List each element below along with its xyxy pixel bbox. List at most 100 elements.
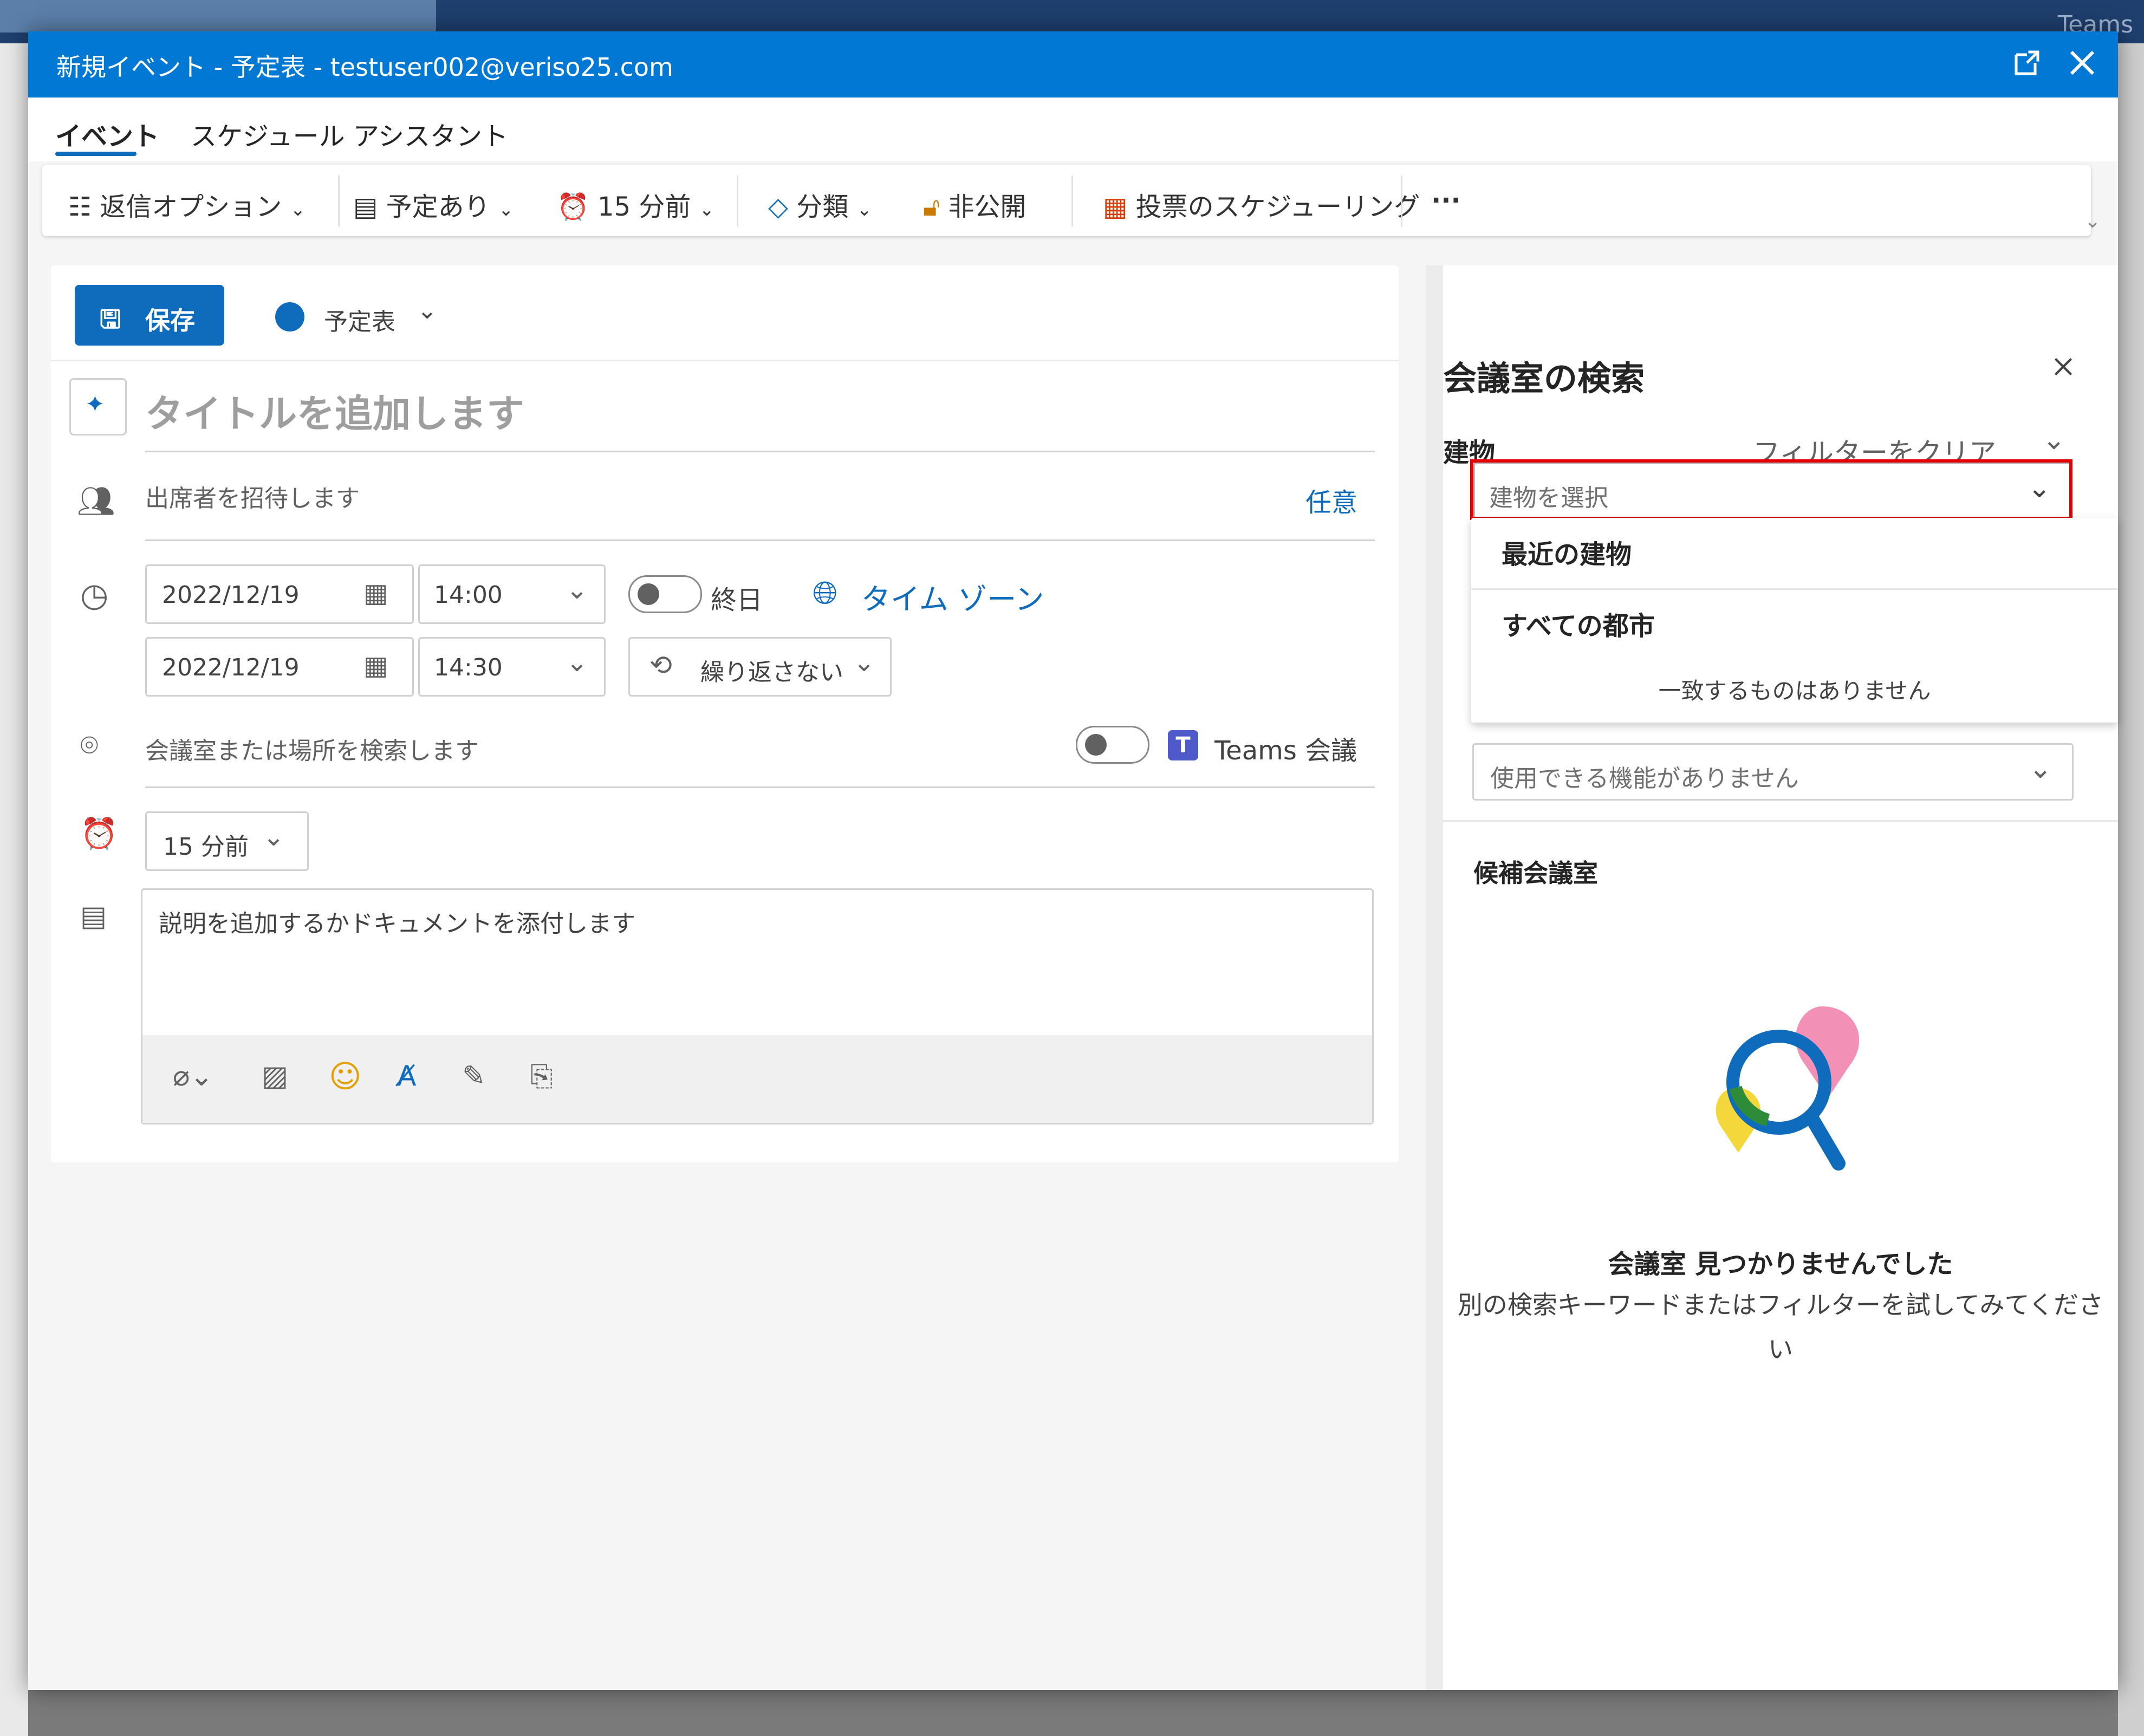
emoji-icon[interactable]: ☺ — [329, 1058, 361, 1095]
features-select[interactable]: 使用できる機能がありません ⌄ — [1472, 743, 2074, 801]
no-match-text: 一致するものはありません — [1658, 678, 1931, 704]
menu-item-all-cities[interactable]: すべての都市 — [1502, 604, 1655, 642]
candidate-rooms-heading: 候補会議室 — [1473, 859, 1598, 888]
location-icon: ⌾ — [80, 728, 99, 763]
notes-icon: ▤ — [80, 900, 107, 933]
divider — [1471, 588, 2118, 590]
chevron-down-icon: ⌄ — [699, 199, 715, 220]
teams-icon: T — [1168, 730, 1198, 760]
close-icon[interactable] — [2066, 47, 2098, 87]
loop-component-icon[interactable]: ⎘ — [530, 1060, 553, 1093]
background-tab — [0, 0, 436, 32]
scheduling-poll-button[interactable]: ▦ 投票のスケジューリング — [1103, 185, 1420, 223]
calendar-color-dot — [275, 302, 304, 331]
calendar-icon: ▦ — [363, 651, 388, 681]
start-time-field[interactable]: 14:00 ⌄ — [418, 564, 606, 624]
pop-out-icon[interactable] — [2011, 47, 2043, 87]
reminder-button[interactable]: ⏰ 15 分前 ⌄ — [557, 185, 714, 223]
divider — [1443, 820, 2118, 822]
private-button[interactable]: 🔓︎ 非公開 — [923, 185, 1026, 223]
save-icon: 🖫︎ — [100, 304, 121, 334]
empty-state-title: 会議室 見つかりませんでした — [1608, 1249, 1953, 1279]
sparkle-icon: ✦ — [85, 391, 105, 418]
chevron-down-icon: ⌄ — [263, 822, 285, 852]
start-date-field[interactable]: 2022/12/19 ▦ — [145, 564, 414, 624]
title-input[interactable]: タイトルを追加します — [145, 383, 524, 438]
repeat-dropdown[interactable]: ⟲ 繰り返さない ⌄ — [628, 637, 892, 697]
alarm-icon: ⏰ — [557, 192, 589, 222]
all-day-label: 終日 — [711, 585, 763, 615]
chevron-down-icon: ⌄ — [856, 199, 872, 220]
calendar-icon: ▤ — [353, 192, 378, 222]
optional-link[interactable]: 任意 — [1305, 481, 1357, 519]
reply-options-button[interactable]: ☷ 返信オプション ⌄ — [68, 185, 306, 223]
chevron-down-icon: ⌄ — [566, 575, 588, 605]
divider — [1071, 175, 1073, 226]
divider — [145, 451, 1375, 452]
highlight-box — [1470, 459, 2072, 520]
tab-event[interactable]: イベント — [55, 115, 159, 153]
teams-meeting-label: Teams 会議 — [1214, 736, 1357, 766]
lock-icon: 🔓︎ — [923, 192, 940, 222]
chevron-down-icon: ⌄ — [290, 199, 306, 220]
poll-icon: ▦ — [1103, 192, 1128, 222]
menu-item-recent-buildings[interactable]: 最近の建物 — [1502, 533, 1632, 571]
divider — [51, 360, 1399, 361]
editor-toolbar: ⌀⌄ ▨ ☺ A̸ ✎ ⎘ — [142, 1035, 1372, 1123]
room-finder-heading: 会議室の検索 — [1443, 359, 1645, 398]
background-right-strip — [2118, 43, 2144, 1736]
categorize-button[interactable]: ◇ 分類 ⌄ — [768, 185, 872, 223]
attach-icon[interactable]: ⌀⌄ — [173, 1060, 213, 1093]
alarm-icon: ⏰ — [80, 816, 118, 851]
reminder-dropdown[interactable]: 15 分前 ⌄ — [145, 811, 309, 871]
attendees-input[interactable]: 出席者を招待します — [145, 479, 360, 513]
end-time-field[interactable]: 14:30 ⌄ — [418, 637, 606, 697]
dialog-titlebar: 新規イベント - 予定表 - testuser002@veriso25.com — [28, 31, 2118, 97]
pane-divider — [1426, 265, 1443, 1690]
tab-bar: イベント スケジュール アシスタント — [28, 97, 2118, 161]
signature-icon[interactable]: ✎ — [462, 1060, 486, 1093]
divider — [145, 786, 1375, 788]
more-options-button[interactable]: ··· — [1431, 185, 1461, 216]
people-icon: 👥︎ — [77, 484, 116, 519]
chevron-down-icon: ⌄ — [498, 199, 514, 220]
ribbon-expand-icon[interactable]: ⌄ — [2084, 210, 2101, 232]
chevron-down-icon[interactable]: ⌄ — [2042, 424, 2066, 456]
empty-state-hint: 別の検索キーワードまたはフィルターを試してみてください — [1457, 1290, 2104, 1364]
divider — [1401, 175, 1402, 226]
clock-icon: ◷ — [80, 576, 109, 614]
divider — [145, 539, 1375, 541]
chevron-down-icon[interactable]: ⌄ — [417, 297, 437, 324]
image-icon[interactable]: ▨ — [262, 1060, 288, 1093]
globe-icon: 🌐︎ — [813, 574, 838, 611]
sliders-icon: ☷ — [68, 192, 92, 222]
toggle-knob — [1085, 734, 1107, 756]
chevron-down-icon: ⌄ — [566, 647, 588, 678]
save-button[interactable]: 🖫︎ 保存 — [75, 285, 224, 346]
new-event-dialog: 新規イベント - 予定表 - testuser002@veriso25.com … — [28, 31, 2118, 1690]
close-pane-icon[interactable] — [2050, 353, 2077, 382]
dialog-title: 新規イベント - 予定表 - testuser002@veriso25.com — [56, 53, 673, 82]
calendar-icon: ▦ — [363, 578, 388, 608]
toggle-knob — [638, 583, 659, 605]
end-date-field[interactable]: 2022/12/19 ▦ — [145, 637, 414, 697]
location-input[interactable]: 会議室または場所を検索します — [145, 731, 479, 766]
calendar-selector[interactable]: 予定表 — [324, 302, 395, 337]
teams-meeting-toggle[interactable] — [1076, 726, 1149, 764]
show-as-button[interactable]: ▤ 予定あり ⌄ — [338, 185, 514, 223]
repeat-icon: ⟲ — [649, 649, 672, 681]
format-icon[interactable]: A̸ — [397, 1060, 417, 1093]
divider — [737, 175, 738, 226]
building-dropdown-menu: 最近の建物 すべての都市 一致するものはありません — [1471, 518, 2118, 723]
search-illustration — [1703, 996, 1876, 1187]
chevron-down-icon: ⌄ — [853, 647, 875, 678]
active-tab-indicator — [55, 152, 137, 156]
timezone-link[interactable]: タイム ゾーン — [861, 575, 1044, 618]
all-day-toggle[interactable] — [628, 575, 702, 613]
ribbon-toolbar: ☷ 返信オプション ⌄ ▤ 予定あり ⌄ ⏰ 15 分前 ⌄ ◇ 分類 ⌄ 🔓︎… — [42, 165, 2091, 236]
background-left-strip — [0, 43, 28, 1736]
tab-scheduling-assistant[interactable]: スケジュール アシスタント — [191, 115, 508, 153]
chevron-down-icon: ⌄ — [2029, 752, 2052, 785]
title-icon-button[interactable]: ✦ — [69, 378, 127, 435]
description-editor[interactable]: 説明を追加するかドキュメントを添付します ⌀⌄ ▨ ☺ A̸ ✎ ⎘ — [141, 888, 1374, 1124]
